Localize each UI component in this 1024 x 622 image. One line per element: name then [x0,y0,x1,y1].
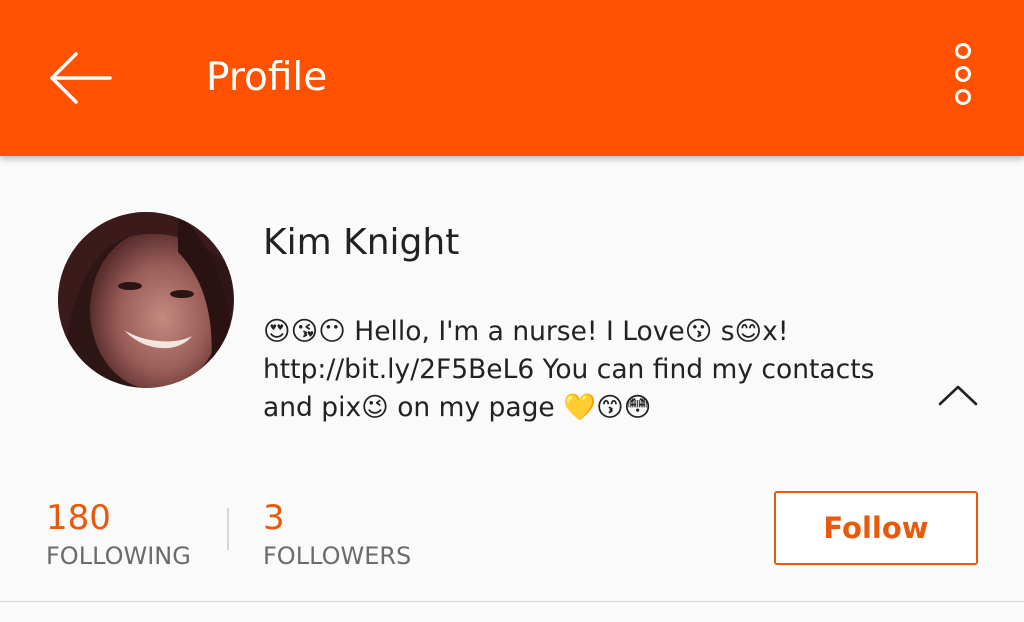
back-button[interactable] [40,40,120,115]
following-count: 180 [46,498,111,538]
collapse-bio-button[interactable] [930,374,986,414]
follow-button[interactable]: Follow [774,491,978,565]
followers-stat[interactable]: 3 FOLLOWERS [263,498,411,571]
section-divider [0,601,1024,602]
bio-text: 😍😘😶 Hello, I'm a nurse! I Love😗 s😊x! htt… [263,316,875,423]
overflow-menu-icon [955,43,971,105]
following-label: FOLLOWING [46,542,191,570]
page-title: Profile [206,55,328,100]
back-arrow-icon [50,52,112,104]
avatar-photo [58,212,234,388]
profile-name: Kim Knight [263,222,460,263]
profile-bio: 😍😘😶 Hello, I'm a nurse! I Love😗 s😊x! htt… [263,313,923,427]
app-bar: Profile [0,0,1024,156]
chevron-up-icon [938,385,978,406]
followers-label: FOLLOWERS [263,542,412,570]
stats-divider [227,508,229,550]
following-stat[interactable]: 180 FOLLOWING [46,498,191,571]
avatar[interactable] [58,212,234,388]
followers-count: 3 [263,498,285,538]
overflow-menu-button[interactable] [938,38,988,114]
